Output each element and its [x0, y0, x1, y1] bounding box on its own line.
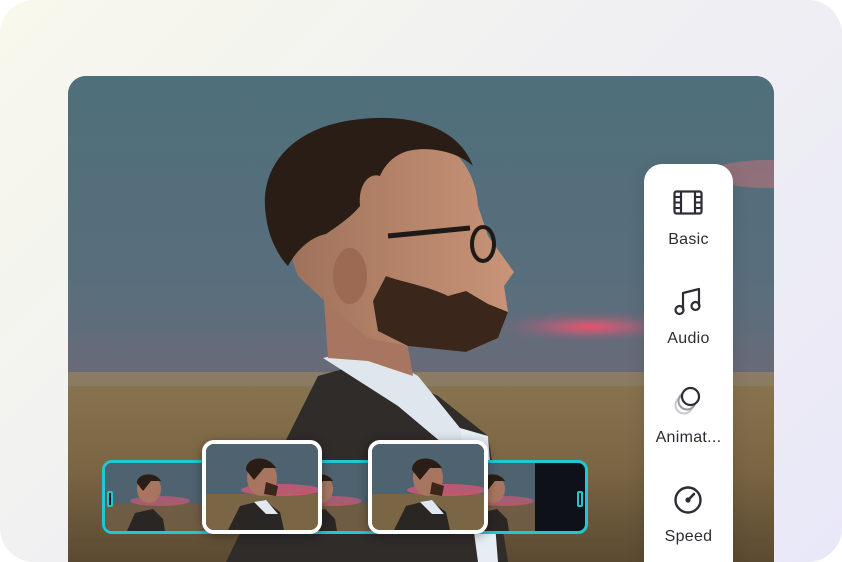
keyframe-thumbnail: [206, 444, 318, 530]
canvas-card: Basic Audio Animat... Speed: [0, 0, 842, 562]
film-icon: [671, 186, 705, 220]
timeline-right-trim-handle[interactable]: [577, 491, 583, 507]
tool-animation-button[interactable]: Animat...: [644, 384, 733, 474]
animation-circles-icon: [671, 384, 705, 418]
tool-panel: Basic Audio Animat... Speed: [644, 164, 733, 562]
selected-keyframe[interactable]: [368, 440, 488, 534]
tool-basic-button[interactable]: Basic: [644, 186, 733, 276]
music-note-icon: [671, 285, 705, 319]
tool-label: Animat...: [655, 429, 722, 446]
tool-audio-button[interactable]: Audio: [644, 285, 733, 375]
tool-label: Basic: [668, 231, 709, 248]
tool-label: Speed: [664, 528, 713, 545]
timeline-strip[interactable]: [102, 460, 588, 534]
frame-thumbnail: [105, 463, 191, 531]
tool-speed-button[interactable]: Speed: [644, 483, 733, 562]
keyframe-thumbnail: [372, 444, 484, 530]
timeline-frame: [105, 463, 191, 531]
timeline-left-trim-handle[interactable]: [107, 491, 113, 507]
tool-label: Audio: [667, 330, 710, 347]
speedometer-icon: [671, 483, 705, 517]
selected-keyframe[interactable]: [202, 440, 322, 534]
